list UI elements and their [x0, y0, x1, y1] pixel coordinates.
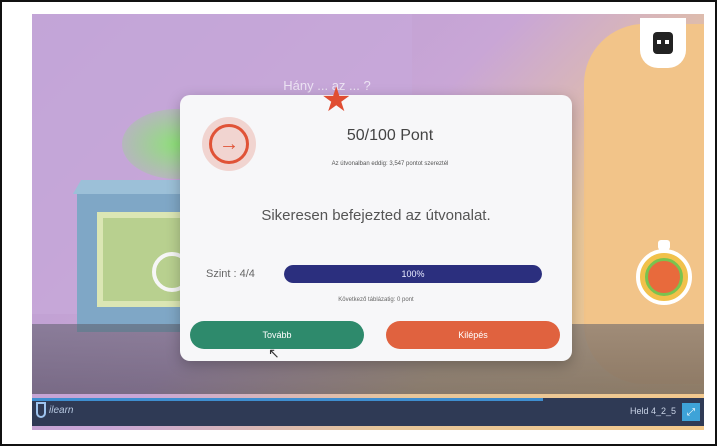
- route-icon: →: [202, 117, 256, 171]
- level-label: Szint : 4/4: [206, 268, 255, 280]
- app-logo: ilearn: [36, 402, 73, 418]
- exit-button[interactable]: Kilépés: [386, 321, 560, 349]
- progress-percent-label: 100%: [401, 269, 425, 279]
- stopwatch-icon: [636, 249, 692, 305]
- points-subtitle: Az útvonalban eddig: 3,547 pontot szerez…: [331, 161, 449, 167]
- video-progress-bar[interactable]: [32, 398, 543, 401]
- version-label: Held 4_2_5: [629, 406, 676, 416]
- level-progress-bar: 100%: [284, 265, 542, 283]
- next-level-text: Következő táblázatig: 0 pont: [338, 297, 414, 303]
- level-progress-fill: 100%: [284, 265, 542, 283]
- bottom-bar: ilearn Held 4_2_5 ⤢: [32, 398, 704, 426]
- points-title: 50/100 Pont: [346, 127, 434, 144]
- screen-frame: Hány ... az ... ? ★ → 50/100 Pont Az útv…: [0, 0, 717, 446]
- star-icon: ★: [321, 81, 352, 119]
- success-message: Sikeresen befejezted az útvonalat.: [261, 207, 491, 224]
- logo-mark-icon: [36, 402, 46, 418]
- arrow-icon: →: [209, 124, 249, 164]
- robot-icon: [653, 32, 673, 54]
- robot-badge[interactable]: [640, 18, 686, 68]
- mouse-cursor-icon: ↖: [268, 345, 280, 361]
- logo-text: ilearn: [49, 404, 74, 416]
- stopwatch-face: [645, 258, 683, 296]
- game-stage: Hány ... az ... ? ★ → 50/100 Pont Az útv…: [32, 14, 704, 430]
- expand-icon[interactable]: ⤢: [682, 403, 700, 421]
- result-dialog: ★ → 50/100 Pont Az útvonalban eddig: 3,5…: [180, 83, 572, 361]
